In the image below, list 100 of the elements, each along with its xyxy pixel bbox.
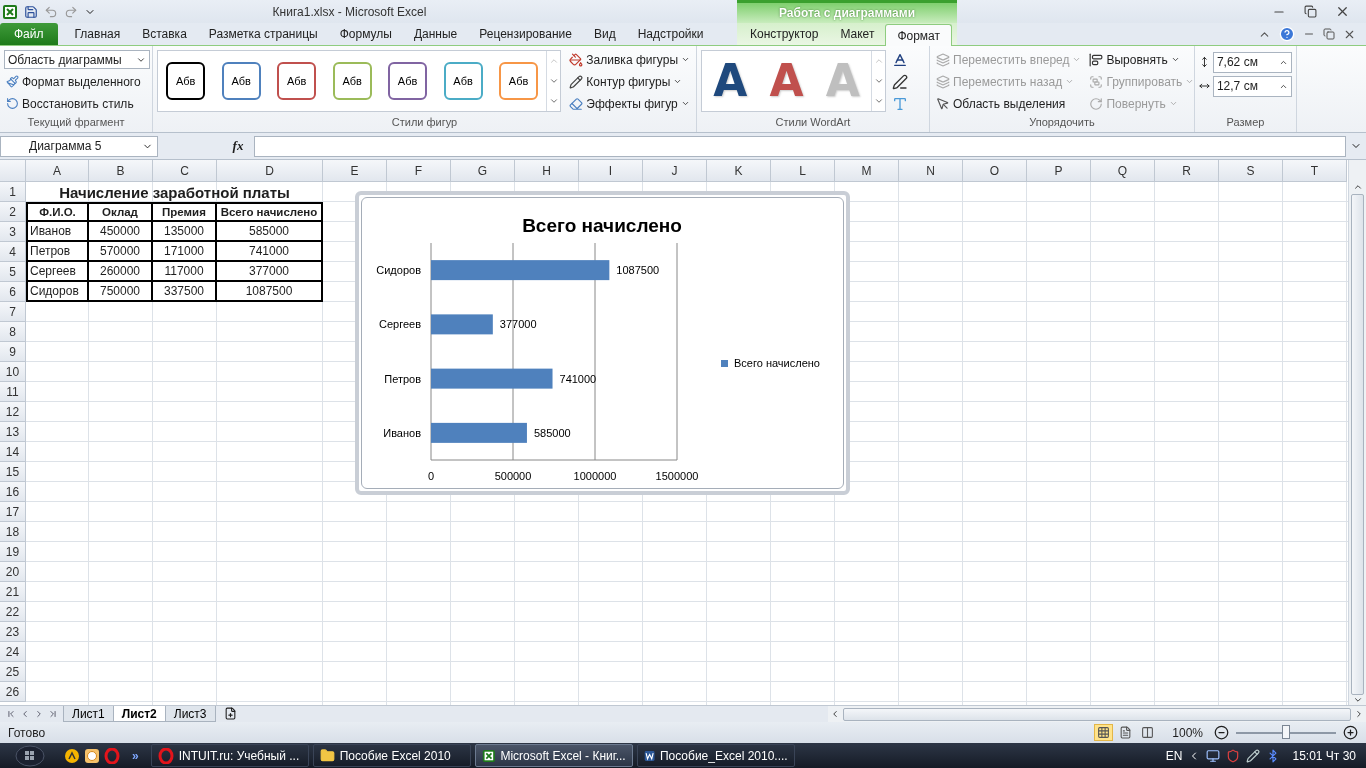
ribbon-tab[interactable]: Главная xyxy=(63,23,132,45)
chart-frame[interactable]: Всего начислено Сидоров Сергеев Петров Иванов 1087500 377000 741000 585000 0 500000 1000000 1500000 Всего начислено xyxy=(355,191,850,495)
view-button[interactable] xyxy=(1094,724,1114,741)
column-header[interactable]: M xyxy=(835,160,899,182)
row-header[interactable]: 3 xyxy=(0,222,26,242)
row-header[interactable]: 6 xyxy=(0,282,26,302)
ribbon-tab[interactable]: Надстройки xyxy=(626,23,715,45)
close-icon[interactable] xyxy=(1335,4,1350,19)
zoom-in-icon[interactable] xyxy=(1343,725,1358,740)
ribbon-tab[interactable]: Формат xyxy=(885,24,953,46)
scroll-down-icon[interactable] xyxy=(873,76,884,86)
scroll-right-icon[interactable] xyxy=(1354,709,1364,719)
ribbon-button[interactable]: Эффекты фигур xyxy=(567,94,692,113)
column-header[interactable]: K xyxy=(707,160,771,182)
taskbar-button[interactable]: Пособие_Excel 2010.... xyxy=(636,744,795,767)
row-header[interactable]: 4 xyxy=(0,242,26,262)
row-header[interactable]: 22 xyxy=(0,602,26,622)
clock[interactable]: 15:01 Чт 30 xyxy=(1292,748,1356,763)
row-header[interactable]: 9 xyxy=(0,342,26,362)
column-header[interactable]: D xyxy=(217,160,323,182)
column-header[interactable]: L xyxy=(771,160,835,182)
column-header[interactable]: B xyxy=(89,160,153,182)
scrollbar-thumb[interactable] xyxy=(1351,193,1364,696)
pen-icon[interactable] xyxy=(1246,748,1261,763)
sheet-tab[interactable]: Лист1 xyxy=(63,706,114,722)
text-fill-icon[interactable] xyxy=(892,52,908,68)
row-header[interactable]: 26 xyxy=(0,682,26,702)
row-header[interactable]: 16 xyxy=(0,482,26,502)
previous-sheet-icon[interactable] xyxy=(20,709,30,719)
row-header[interactable]: 12 xyxy=(0,402,26,422)
column-header[interactable]: A xyxy=(26,160,89,182)
wordart-style[interactable]: A xyxy=(769,59,804,103)
row-header[interactable]: 17 xyxy=(0,502,26,522)
network-icon[interactable] xyxy=(1206,748,1221,763)
text-effects-icon[interactable] xyxy=(892,96,908,112)
zoom-out-icon[interactable] xyxy=(1214,725,1229,740)
language-indicator[interactable]: EN xyxy=(1165,748,1183,763)
name-box[interactable]: Диаграмма 5 xyxy=(0,135,158,157)
shape-style[interactable]: Абв xyxy=(166,62,206,100)
column-header[interactable]: Q xyxy=(1091,160,1155,182)
ribbon-tab[interactable]: Вид xyxy=(582,23,627,45)
row-header[interactable]: 15 xyxy=(0,462,26,482)
column-header[interactable]: F xyxy=(387,160,451,182)
column-header[interactable]: G xyxy=(451,160,515,182)
column-header[interactable]: N xyxy=(899,160,963,182)
taskbar-button[interactable]: Пособие Excel 2010 xyxy=(312,744,471,767)
ribbon-button[interactable]: Область выделения xyxy=(934,94,1084,113)
ribbon-tab[interactable]: Конструктор xyxy=(739,23,830,45)
shield-icon[interactable] xyxy=(1226,748,1241,763)
sheet-tab[interactable]: Лист3 xyxy=(164,706,216,722)
more-icon[interactable] xyxy=(548,96,559,106)
row-header[interactable]: 11 xyxy=(0,382,26,402)
ribbon-tab[interactable]: Данные xyxy=(402,23,469,45)
ribbon-button[interactable]: Выровнять xyxy=(1087,50,1197,69)
first-sheet-icon[interactable] xyxy=(6,709,16,719)
shape-style[interactable]: Абв xyxy=(388,62,428,100)
messenger-icon[interactable] xyxy=(64,747,80,764)
formula-input[interactable] xyxy=(254,135,1346,157)
text-outline-icon[interactable] xyxy=(892,74,908,90)
shape-style[interactable]: Абв xyxy=(499,62,539,100)
undo-icon[interactable] xyxy=(44,4,58,19)
ribbon-tab[interactable]: Макет xyxy=(829,23,886,45)
row-header[interactable]: 24 xyxy=(0,642,26,662)
next-sheet-icon[interactable] xyxy=(34,709,44,719)
overflow-chevron[interactable]: » xyxy=(132,748,139,763)
row-header[interactable]: 1 xyxy=(0,182,26,202)
row-header[interactable]: 8 xyxy=(0,322,26,342)
column-header[interactable]: C xyxy=(153,160,217,182)
row-header[interactable]: 21 xyxy=(0,582,26,602)
shape-style[interactable]: Абв xyxy=(221,62,261,100)
ribbon-tab[interactable]: Рецензирование xyxy=(468,23,583,45)
sheet-tab[interactable]: Лист2 xyxy=(112,706,166,722)
wordart-style[interactable]: A xyxy=(713,59,748,103)
app-icon[interactable] xyxy=(2,3,18,20)
ribbon-tab[interactable]: Вставка xyxy=(131,23,198,45)
scroll-up-icon[interactable] xyxy=(1352,182,1363,192)
row-header[interactable]: 5 xyxy=(0,262,26,282)
scroll-left-icon[interactable] xyxy=(830,709,840,719)
row-header[interactable]: 14 xyxy=(0,442,26,462)
shape-style[interactable]: Абв xyxy=(332,62,372,100)
column-header[interactable]: O xyxy=(963,160,1027,182)
row-header[interactable]: 2 xyxy=(0,202,26,222)
start-button[interactable] xyxy=(15,744,45,767)
size-field[interactable]: 12,7 см xyxy=(1212,75,1292,97)
size-field[interactable]: 7,62 см xyxy=(1212,51,1292,73)
row-header[interactable]: 7 xyxy=(0,302,26,322)
save-icon[interactable] xyxy=(24,4,38,19)
taskbar-button[interactable]: Microsoft Excel - Книг... xyxy=(474,744,633,767)
ribbon-button[interactable]: Восстановить стиль xyxy=(4,94,148,113)
selection-dropdown[interactable]: Область диаграммы xyxy=(4,50,150,69)
column-header[interactable]: T xyxy=(1283,160,1347,182)
row-header[interactable]: 23 xyxy=(0,622,26,642)
spreadsheet-icon[interactable] xyxy=(481,747,496,764)
function-label[interactable]: fx xyxy=(226,138,250,154)
taskbar-button[interactable]: INTUIT.ru: Учебный ... xyxy=(150,744,309,767)
column-header[interactable]: E xyxy=(323,160,387,182)
last-sheet-icon[interactable] xyxy=(48,709,58,719)
column-header[interactable]: S xyxy=(1219,160,1283,182)
ribbon-tab[interactable]: Формулы xyxy=(328,23,403,45)
ribbon-button[interactable]: Заливка фигуры xyxy=(567,50,692,69)
